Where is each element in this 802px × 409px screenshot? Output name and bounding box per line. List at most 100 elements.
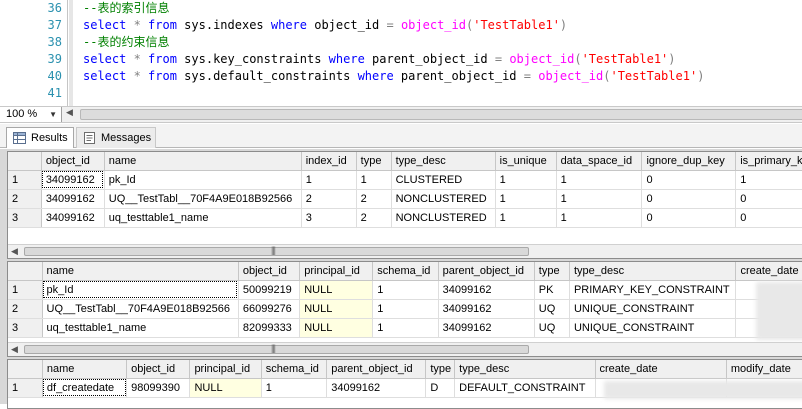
column-header[interactable]: parent_object_id: [326, 360, 427, 379]
column-header[interactable]: principal_id: [299, 262, 374, 281]
row-number[interactable]: 1: [8, 378, 43, 398]
table-row[interactable]: 2 UQ__TestTabl__70F4A9E018B92566 66099276 N…: [8, 299, 802, 319]
column-header[interactable]: object_id: [41, 152, 105, 171]
query-editor[interactable]: 36 --表的索引信息 37 select * from sys.indexes wh…: [0, 0, 802, 106]
table-cell[interactable]: NULL: [299, 299, 374, 319]
scroll-left-icon[interactable]: ◀: [11, 344, 18, 355]
row-header-corner[interactable]: [8, 262, 43, 281]
table-cell[interactable]: NONCLUSTERED: [391, 189, 496, 209]
table-cell[interactable]: PK: [534, 280, 570, 300]
table-cell[interactable]: 0: [641, 170, 737, 190]
column-header[interactable]: create_date: [735, 262, 802, 281]
table-cell[interactable]: CLUSTERED: [391, 170, 496, 190]
column-header[interactable]: schema_id: [372, 262, 439, 281]
table-cell[interactable]: 0: [641, 208, 737, 228]
table-cell[interactable]: 34099162: [41, 189, 105, 209]
table-cell[interactable]: UNIQUE_CONSTRAINT: [569, 299, 737, 319]
column-header[interactable]: type_desc: [391, 152, 496, 171]
row-header-corner[interactable]: [8, 152, 42, 171]
table-cell[interactable]: 1: [495, 170, 557, 190]
table-row[interactable]: 3 uq_testtable1_name 82099333 NULL 1 34099162…: [8, 318, 802, 338]
column-header[interactable]: data_space_id: [556, 152, 643, 171]
table-cell[interactable]: 34099162: [41, 208, 105, 228]
table-cell[interactable]: 2: [301, 189, 357, 209]
column-header[interactable]: name: [42, 262, 239, 281]
column-header[interactable]: name: [104, 152, 302, 171]
row-number[interactable]: 3: [8, 318, 43, 338]
table-cell[interactable]: 1: [556, 208, 643, 228]
zoom-dropdown[interactable]: 100 % ▼: [0, 107, 62, 122]
table-cell[interactable]: UQ: [534, 299, 570, 319]
table-cell[interactable]: 34099162: [41, 170, 105, 190]
column-header[interactable]: index_id: [301, 152, 357, 171]
scroll-thumb[interactable]: |||: [24, 343, 529, 354]
editor-horizontal-scrollbar[interactable]: ◀: [64, 107, 802, 120]
table-cell[interactable]: 34099162: [438, 280, 535, 300]
table-cell[interactable]: 34099162: [438, 299, 535, 319]
table-row[interactable]: 1 pk_Id 50099219 NULL 1 34099162 PK PRIMARY_KEY…: [8, 280, 802, 300]
code-line[interactable]: 38 --表的约束信息: [0, 34, 802, 51]
table-cell[interactable]: uq_testtable1_name: [104, 208, 302, 228]
column-header[interactable]: object_id: [238, 262, 301, 281]
table-cell[interactable]: 98099390: [126, 378, 191, 398]
table-cell[interactable]: 0: [641, 189, 737, 209]
table-cell[interactable]: UQ__TestTabl__70F4A9E018B92566: [104, 189, 302, 209]
table-row[interactable]: 3 34099162 uq_testtable1_name 3 2 NONCLUSTERE…: [8, 208, 802, 228]
table-cell[interactable]: pk_Id: [42, 280, 239, 300]
table-cell[interactable]: 1: [261, 378, 328, 398]
table-cell[interactable]: 1: [372, 318, 439, 338]
code-line[interactable]: 39 select * from sys.key_constraints wher…: [0, 51, 802, 68]
table-cell[interactable]: 1: [356, 170, 392, 190]
table-cell[interactable]: 1: [301, 170, 357, 190]
row-number[interactable]: 2: [8, 189, 42, 209]
table-cell[interactable]: 82099333: [238, 318, 301, 338]
code-line[interactable]: 40 select * from sys.default_constraints …: [0, 68, 802, 85]
column-header[interactable]: schema_id: [261, 360, 328, 379]
column-header[interactable]: type: [356, 152, 392, 171]
scroll-left-icon[interactable]: ◀: [11, 246, 18, 257]
column-header[interactable]: principal_id: [189, 360, 262, 379]
column-header[interactable]: object_id: [126, 360, 191, 379]
table-cell[interactable]: 1: [556, 170, 643, 190]
scroll-thumb[interactable]: |||: [24, 245, 529, 256]
table-row[interactable]: 2 34099162 UQ__TestTabl__70F4A9E018B92566 2…: [8, 189, 802, 209]
row-number[interactable]: 3: [8, 208, 42, 228]
table-cell[interactable]: UQ: [534, 318, 570, 338]
grid-horizontal-scrollbar[interactable]: ◀ |||: [8, 244, 802, 258]
column-header[interactable]: parent_object_id: [438, 262, 535, 281]
column-header[interactable]: modify_date: [726, 360, 802, 379]
code-line[interactable]: 37 select * from sys.indexes where object…: [0, 17, 802, 34]
table-cell[interactable]: 2: [356, 189, 392, 209]
result-grid-key-constraints[interactable]: name object_id principal_id schema_id parent…: [7, 261, 802, 357]
row-number[interactable]: 2: [8, 299, 43, 319]
table-cell[interactable]: 66099276: [238, 299, 301, 319]
row-number[interactable]: 1: [8, 280, 43, 300]
table-cell[interactable]: PRIMARY_KEY_CONSTRAINT: [569, 280, 737, 300]
row-header-corner[interactable]: [8, 360, 43, 379]
column-header[interactable]: type: [425, 360, 456, 379]
column-header[interactable]: type_desc: [569, 262, 737, 281]
table-cell[interactable]: UNIQUE_CONSTRAINT: [569, 318, 737, 338]
table-cell[interactable]: 1: [372, 299, 439, 319]
table-cell[interactable]: NULL: [299, 280, 374, 300]
column-header[interactable]: name: [42, 360, 128, 379]
table-cell[interactable]: 0: [735, 208, 802, 228]
table-cell[interactable]: 1: [735, 170, 802, 190]
table-cell[interactable]: df_createdate: [42, 378, 128, 398]
column-header[interactable]: type_desc: [454, 360, 596, 379]
table-cell[interactable]: 0: [735, 189, 802, 209]
table-cell[interactable]: 2: [356, 208, 392, 228]
table-cell[interactable]: UQ__TestTabl__70F4A9E018B92566: [42, 299, 239, 319]
result-grid-default-constraints[interactable]: name object_id principal_id schema_id parent…: [7, 359, 802, 409]
code-line[interactable]: 41: [0, 85, 802, 102]
table-cell[interactable]: NULL: [299, 318, 374, 338]
table-cell[interactable]: NONCLUSTERED: [391, 208, 496, 228]
column-header[interactable]: type: [534, 262, 570, 281]
table-cell[interactable]: 1: [372, 280, 439, 300]
table-cell[interactable]: 1: [495, 189, 557, 209]
result-grid-indexes[interactable]: object_id name index_id type type_desc is_uni…: [7, 151, 802, 259]
tab-results[interactable]: Results: [6, 127, 74, 148]
table-cell[interactable]: DEFAULT_CONSTRAINT: [454, 378, 596, 398]
table-cell[interactable]: 34099162: [438, 318, 535, 338]
table-cell[interactable]: 1: [556, 189, 643, 209]
